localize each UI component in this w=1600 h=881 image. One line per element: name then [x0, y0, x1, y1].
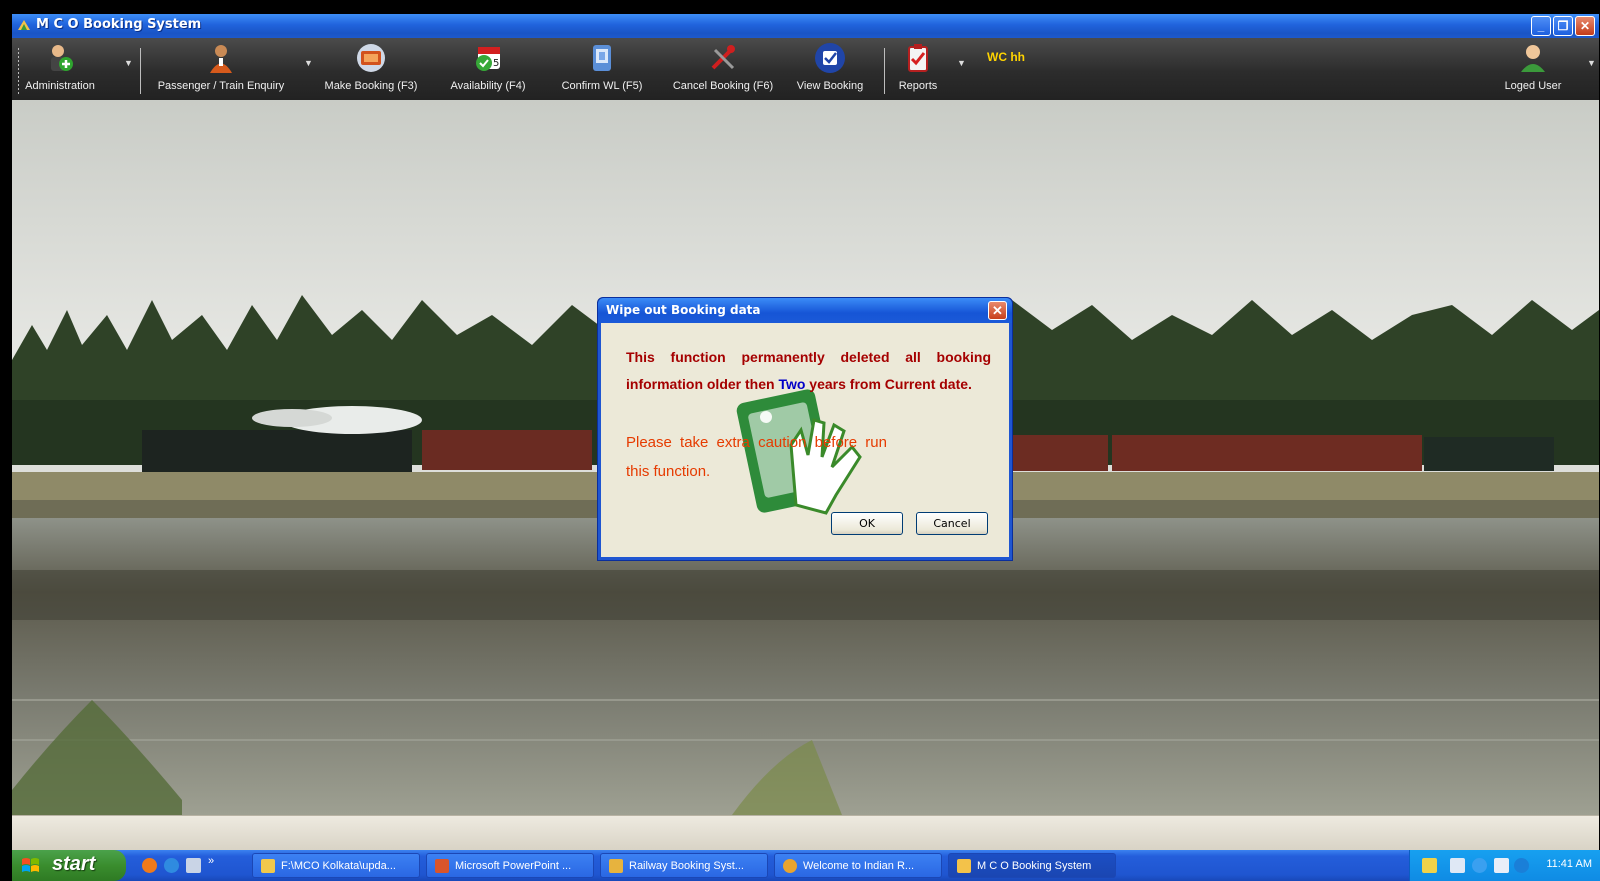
taskbar-item[interactable]: Welcome to Indian R...: [774, 853, 942, 878]
checkbox-icon: [815, 43, 845, 73]
toolbar-view-booking[interactable]: View Booking: [790, 42, 870, 92]
taskbar-item[interactable]: Microsoft PowerPoint ...: [426, 853, 594, 878]
cancel-tools-icon: [711, 45, 735, 70]
dialog-warning-line: this function.: [626, 463, 711, 480]
minimize-button[interactable]: _: [1531, 16, 1551, 36]
start-button[interactable]: start: [12, 850, 126, 881]
toolbar-label: Passenger / Train Enquiry: [157, 80, 285, 92]
dialog-title-bar[interactable]: Wipe out Booking data ✕: [598, 298, 1012, 323]
toolbar-label: Administration: [25, 80, 95, 92]
app-icon: [18, 20, 30, 30]
toolbar-administration[interactable]: Administration: [20, 42, 100, 92]
wipe-out-dialog: Wipe out Booking data ✕ This function pe…: [597, 297, 1013, 561]
toolbar-label: Cancel Booking (F6): [672, 80, 774, 92]
dialog-body: This function permanently deleted all bo…: [601, 323, 1009, 557]
firefox-icon[interactable]: [142, 858, 157, 873]
toolbar-label: Availability (F4): [450, 80, 526, 92]
toolbar-label: View Booking: [796, 80, 864, 92]
user-icon: [1521, 45, 1545, 72]
toolbar-label: Make Booking (F3): [324, 80, 418, 92]
task-label: Microsoft PowerPoint ...: [455, 860, 572, 872]
dialog-title: Wipe out Booking data: [606, 303, 761, 317]
task-label: M C O Booking System: [977, 860, 1092, 872]
toolbar-cancel-booking[interactable]: Cancel Booking (F6): [664, 42, 782, 92]
toolbar-availability[interactable]: 5 Availability (F4): [438, 42, 538, 92]
chevron-down-icon[interactable]: ▼: [124, 58, 133, 68]
chevron-down-icon[interactable]: ▼: [1587, 58, 1596, 68]
restore-button[interactable]: ❐: [1553, 16, 1573, 36]
back-icon[interactable]: [1472, 858, 1487, 873]
message-part: years from Current date.: [805, 376, 972, 392]
desktop-icon[interactable]: [186, 858, 201, 873]
dialog-close-button[interactable]: ✕: [988, 301, 1007, 320]
svg-text:5: 5: [493, 58, 499, 69]
message-highlight: Two: [778, 376, 806, 392]
dialog-warning-line: Please take extra caution before run: [626, 434, 887, 451]
start-label: start: [52, 853, 96, 875]
railway-app-icon: [609, 859, 623, 874]
confirm-device-icon: [593, 45, 611, 71]
ie-icon[interactable]: [164, 858, 179, 873]
dialog-message: This function permanently deleted all bo…: [626, 344, 991, 398]
ok-button[interactable]: OK: [831, 512, 903, 535]
powerpoint-icon: [435, 859, 449, 874]
browser-icon: [783, 859, 797, 874]
clock: 11:41 AM: [1546, 858, 1592, 870]
chevron-down-icon[interactable]: ▼: [957, 58, 966, 68]
toolbar-confirm-wl[interactable]: Confirm WL (F5): [550, 42, 654, 92]
mco-app-icon: [957, 859, 971, 874]
quicklaunch-more-icon[interactable]: »: [208, 855, 214, 867]
task-label: Railway Booking Syst...: [629, 860, 744, 872]
network-icon[interactable]: [1450, 858, 1465, 873]
toolbar-grip[interactable]: [18, 48, 19, 94]
taskbar: start » F:\MCO Kolkata\upda... Microsoft…: [12, 850, 1600, 881]
toolbar-label: Reports: [898, 80, 938, 92]
toolbar-reports[interactable]: Reports: [888, 42, 948, 92]
windows-logo-icon: [22, 858, 39, 872]
toolbar-separator: [140, 48, 141, 94]
title-bar[interactable]: M C O Booking System _ ❐ ✕: [12, 14, 1599, 38]
folder-icon: [261, 859, 275, 874]
toolbar-label: Loged User: [1504, 80, 1562, 92]
main-toolbar: Administration ▼ Passenger / Train Enqui…: [12, 38, 1599, 100]
task-label: Welcome to Indian R...: [803, 860, 915, 872]
cancel-button[interactable]: Cancel: [916, 512, 988, 535]
toolbar-label: Confirm WL (F5): [561, 80, 643, 92]
user-code: WC hh: [987, 50, 1025, 64]
toolbar-separator: [884, 48, 885, 94]
status-bar: [12, 815, 1599, 851]
clipboard-icon: [908, 44, 928, 72]
close-button[interactable]: ✕: [1575, 16, 1595, 36]
volume-icon[interactable]: [1494, 858, 1509, 873]
taskbar-item[interactable]: Railway Booking Syst...: [600, 853, 768, 878]
task-label: F:\MCO Kolkata\upda...: [281, 860, 396, 872]
q-app-icon[interactable]: [1514, 858, 1529, 873]
admin-user-add-icon: [51, 45, 73, 71]
toolbar-loged-user[interactable]: Loged User: [1498, 42, 1568, 92]
passenger-icon: [210, 45, 232, 73]
system-tray: 11:41 AM: [1409, 850, 1600, 881]
toolbar-make-booking[interactable]: Make Booking (F3): [312, 42, 430, 92]
toolbar-passenger-enquiry[interactable]: Passenger / Train Enquiry: [146, 42, 296, 92]
taskbar-item[interactable]: F:\MCO Kolkata\upda...: [252, 853, 420, 878]
taskbar-item-active[interactable]: M C O Booking System: [948, 853, 1116, 878]
calendar-icon: 5: [476, 47, 500, 71]
book-icon: [357, 44, 385, 72]
help-icon[interactable]: [1422, 858, 1437, 873]
window-title: M C O Booking System: [36, 17, 202, 32]
